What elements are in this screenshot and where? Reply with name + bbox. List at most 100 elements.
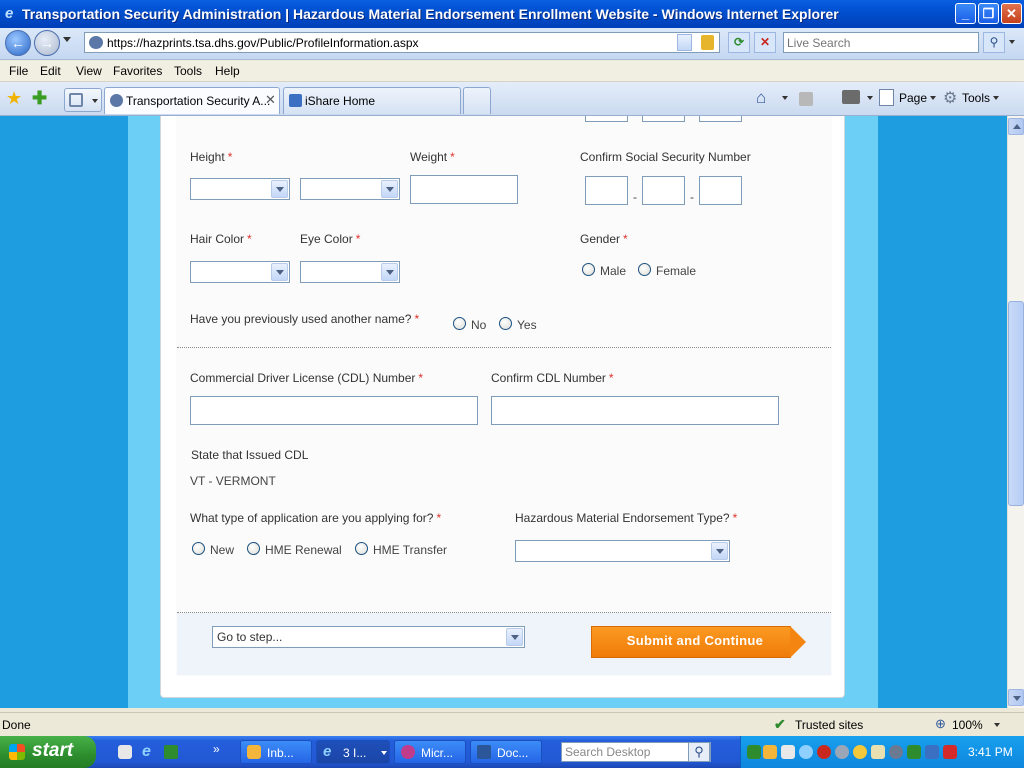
taskbar-button-micr[interactable]: Micr... <box>394 740 466 764</box>
tools-menu[interactable]: Tools <box>962 91 990 105</box>
ie-quicklaunch-icon[interactable]: e <box>142 743 151 761</box>
search-icon[interactable]: ⚲ <box>688 742 710 762</box>
stop-icon[interactable]: ✕ <box>754 32 776 53</box>
home-dropdown-icon[interactable] <box>782 96 788 100</box>
search-icon[interactable]: ⚲ <box>983 32 1005 53</box>
hair-color-select[interactable] <box>190 261 290 283</box>
taskbar-button-doc[interactable]: Doc... <box>470 740 542 764</box>
scroll-down-button[interactable] <box>1008 689 1024 706</box>
start-button[interactable]: start <box>0 736 96 768</box>
favorites-star-icon[interactable]: ★ <box>6 88 22 109</box>
refresh-icon[interactable]: ⟳ <box>728 32 750 53</box>
address-dropdown-icon[interactable] <box>677 34 692 51</box>
menu-file[interactable]: File <box>9 64 28 78</box>
tray-icon[interactable] <box>853 745 867 759</box>
tray-icon[interactable] <box>817 745 831 759</box>
menu-edit[interactable]: Edit <box>40 64 61 78</box>
history-dropdown-icon[interactable] <box>63 37 71 42</box>
tray-icon[interactable] <box>799 745 813 759</box>
chevron-down-icon[interactable] <box>930 96 936 100</box>
forward-button[interactable]: → <box>34 30 60 56</box>
page-menu[interactable]: Page <box>899 91 927 105</box>
height-inches-select[interactable] <box>300 178 400 200</box>
tray-icon[interactable] <box>907 745 921 759</box>
previous-name-yes-radio[interactable] <box>499 317 512 330</box>
tab-transportation-security[interactable]: Transportation Security A... ✕ <box>104 87 280 114</box>
home-icon[interactable]: ⌂ <box>756 88 766 108</box>
confirm-ssn-group-input[interactable] <box>642 176 685 205</box>
confirm-cdl-input[interactable] <box>491 396 779 425</box>
excel-icon[interactable] <box>164 745 178 759</box>
scroll-up-button[interactable] <box>1008 118 1024 135</box>
tray-icon[interactable] <box>925 745 939 759</box>
gender-male-radio[interactable] <box>582 263 595 276</box>
tray-icon[interactable] <box>781 745 795 759</box>
application-renewal-radio[interactable] <box>247 542 260 555</box>
back-button[interactable]: ← <box>5 30 31 56</box>
confirm-ssn-label: Confirm Social Security Number <box>580 150 751 164</box>
menu-view[interactable]: View <box>76 64 102 78</box>
minimize-button[interactable]: _ <box>955 3 976 24</box>
application-renewal-label[interactable]: HME Renewal <box>265 543 342 557</box>
vertical-scrollbar[interactable] <box>1007 116 1024 708</box>
zoom-dropdown-icon[interactable] <box>994 723 1000 727</box>
tray-icon[interactable] <box>889 745 903 759</box>
add-favorite-icon[interactable]: ✚ <box>32 88 47 109</box>
hme-type-select[interactable] <box>515 540 730 562</box>
eye-color-select[interactable] <box>300 261 400 283</box>
taskbar-button-ie[interactable]: e 3 I... <box>316 740 390 764</box>
clock[interactable]: 3:41 PM <box>968 745 1013 759</box>
feeds-icon[interactable] <box>799 92 813 106</box>
confirm-ssn-serial-input[interactable] <box>699 176 742 205</box>
menu-favorites[interactable]: Favorites <box>113 64 162 78</box>
quicklaunch-more-icon[interactable]: » <box>213 742 220 756</box>
live-search-input[interactable] <box>784 33 974 52</box>
application-new-radio[interactable] <box>192 542 205 555</box>
tray-icon[interactable] <box>871 745 885 759</box>
application-transfer-label[interactable]: HME Transfer <box>373 543 447 557</box>
tab-ishare-home[interactable]: iShare Home <box>283 87 461 114</box>
previous-name-no-label[interactable]: No <box>471 318 486 332</box>
close-button[interactable]: ✕ <box>1001 3 1022 24</box>
tray-icon[interactable] <box>943 745 957 759</box>
gender-female-radio[interactable] <box>638 263 651 276</box>
ssn-part-box[interactable] <box>699 116 742 122</box>
lock-icon[interactable] <box>701 35 714 50</box>
print-dropdown-icon[interactable] <box>867 96 873 100</box>
ssn-part-box[interactable] <box>642 116 685 122</box>
tray-icon[interactable] <box>747 745 761 759</box>
application-new-label[interactable]: New <box>210 543 234 557</box>
maximize-button[interactable]: ❐ <box>978 3 999 24</box>
search-options-icon[interactable] <box>1009 40 1015 44</box>
cdl-number-input[interactable] <box>190 396 478 425</box>
previous-name-no-radio[interactable] <box>453 317 466 330</box>
window-title-bar[interactable]: e Transportation Security Administration… <box>0 0 1024 28</box>
application-transfer-radio[interactable] <box>355 542 368 555</box>
taskbar-button-inbox[interactable]: Inb... <box>240 740 312 764</box>
height-feet-select[interactable] <box>190 178 290 200</box>
tab-close-icon[interactable]: ✕ <box>265 92 276 108</box>
print-icon[interactable] <box>842 90 860 104</box>
menu-tools[interactable]: Tools <box>174 64 202 78</box>
scroll-thumb[interactable] <box>1008 301 1024 506</box>
address-bar[interactable]: https://hazprints.tsa.dhs.gov/Public/Pro… <box>84 32 720 53</box>
live-search-box[interactable] <box>783 32 979 53</box>
gender-male-label[interactable]: Male <box>600 264 626 278</box>
submit-continue-button[interactable]: Submit and Continue <box>591 626 807 658</box>
ssn-part-box[interactable] <box>585 116 628 122</box>
tray-icon[interactable] <box>763 745 777 759</box>
weight-input[interactable] <box>410 175 518 204</box>
quick-tabs-button[interactable] <box>64 88 102 112</box>
zoom-level[interactable]: 100% <box>952 718 983 732</box>
go-to-step-select[interactable]: Go to step... <box>212 626 525 648</box>
gender-female-label[interactable]: Female <box>656 264 696 278</box>
new-tab-button[interactable] <box>463 87 491 114</box>
show-desktop-icon[interactable] <box>118 745 132 759</box>
chevron-down-icon[interactable] <box>993 96 999 100</box>
section-divider <box>177 347 831 348</box>
security-zone[interactable]: Trusted sites <box>795 718 863 732</box>
previous-name-yes-label[interactable]: Yes <box>517 318 537 332</box>
tray-icon[interactable] <box>835 745 849 759</box>
confirm-ssn-area-input[interactable] <box>585 176 628 205</box>
menu-help[interactable]: Help <box>215 64 240 78</box>
